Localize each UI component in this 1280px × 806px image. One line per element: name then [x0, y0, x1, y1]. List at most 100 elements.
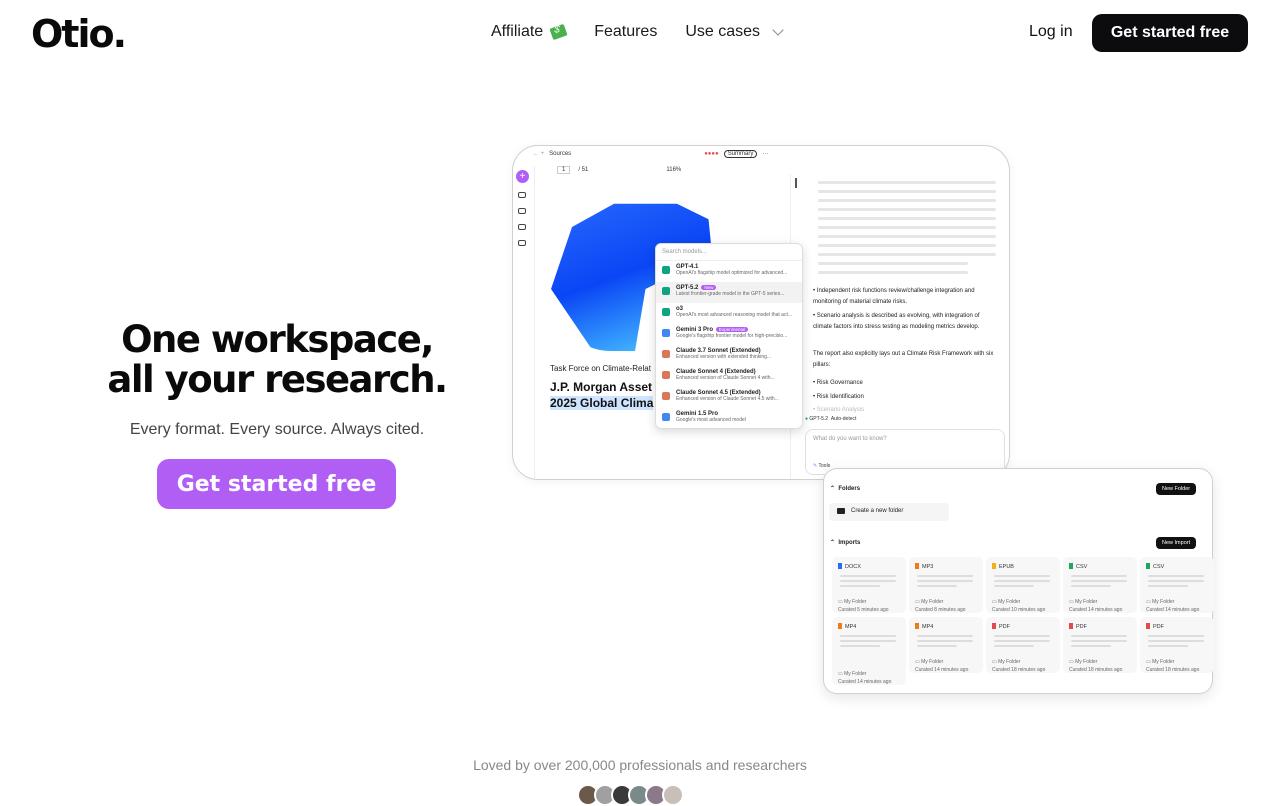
preview-line: [1148, 575, 1204, 577]
file-type: EPUB: [992, 563, 1014, 570]
imports-label: Imports: [838, 540, 861, 546]
card-curated: Curated 14 minutes ago: [838, 679, 892, 685]
model-desc: Enhanced version with extended thinking.…: [676, 354, 772, 360]
preview-line: [1071, 575, 1127, 577]
sources-tab[interactable]: Sources: [549, 151, 571, 157]
import-card[interactable]: MP4 ▭ My Folder Curated 14 minutes ago: [832, 617, 906, 685]
preview-line: [1148, 635, 1204, 637]
model-option[interactable]: Gemini 1.5 Pro Google's most advanced mod…: [656, 408, 802, 428]
file-type: CSV: [1069, 563, 1087, 570]
model-desc: Enhanced version of Claude Sonnet 4.5 wi…: [676, 396, 779, 402]
plus-icon[interactable]: +: [516, 170, 529, 183]
tools-label: Tools: [818, 463, 831, 469]
chat-model[interactable]: GPT-5.2: [809, 416, 828, 422]
file-icon: [838, 623, 842, 629]
preview-line: [1071, 580, 1127, 582]
import-card[interactable]: EPUB ▭ My Folder Curated 10 minutes ago: [986, 557, 1060, 613]
model-icon: [662, 350, 670, 358]
doc-title-line2: 2025 Global Clima: [550, 395, 654, 411]
file-type: MP4: [838, 623, 856, 630]
model-desc: OpenAI's flagship model optimized for ad…: [676, 270, 788, 276]
import-card[interactable]: CSV ▭ My Folder Curated 14 minutes ago: [1063, 557, 1137, 613]
hero-subtitle: Every format. Every source. Always cited…: [129, 421, 425, 438]
model-icon: [662, 266, 670, 274]
model-option[interactable]: Claude 3.7 Sonnet (Extended) Enhanced ver…: [656, 345, 802, 366]
nav-use-cases-label: Use cases: [685, 23, 761, 40]
model-option[interactable]: GPT-4.1 OpenAI's flagship model optimized…: [656, 261, 802, 282]
file-icon: [1069, 563, 1073, 569]
model-list: GPT-4.1 OpenAI's flagship model optimized…: [656, 261, 802, 428]
file-icon: [1069, 623, 1073, 629]
model-search-input[interactable]: Search models...: [656, 244, 802, 261]
imports-header[interactable]: ⌃ Imports: [830, 539, 860, 546]
text-line: [818, 208, 996, 211]
model-option[interactable]: Claude Sonnet 4 (Extended) Enhanced versi…: [656, 366, 802, 387]
model-badge: Experimental: [716, 327, 749, 332]
import-card[interactable]: DOCX ▭ My Folder Curated 5 minutes ago: [832, 557, 906, 613]
import-card[interactable]: MP4 ▭ My Folder Curated 14 minutes ago: [909, 617, 983, 673]
summary-button[interactable]: Summary: [723, 150, 758, 158]
card-curated: Curated 14 minutes ago: [1146, 607, 1200, 613]
model-option[interactable]: o3 OpenAI's most advanced reasoning model…: [656, 303, 802, 324]
model-desc: Google's flagship frontier model for hig…: [676, 333, 788, 339]
zoom-level[interactable]: 116%: [666, 167, 681, 173]
new-folder-button[interactable]: New Folder: [1156, 483, 1197, 495]
page-input[interactable]: 1: [557, 166, 571, 174]
otio-logo[interactable]: Otio.: [31, 12, 127, 56]
nav-links: Affiliate Features Use cases: [491, 23, 784, 41]
chat-mode[interactable]: Auto-detect: [831, 416, 857, 422]
model-icon: [662, 371, 670, 379]
text-line: [818, 226, 996, 229]
grid-icon[interactable]: [518, 192, 526, 198]
card-folder: ▭ My Folder: [915, 599, 944, 605]
preview-line: [917, 635, 973, 637]
nav-affiliate[interactable]: Affiliate: [491, 23, 568, 41]
card-folder: ▭ My Folder: [1146, 659, 1175, 665]
card-curated: Curated 14 minutes ago: [1069, 607, 1123, 613]
model-desc: OpenAI's most advanced reasoning model t…: [676, 312, 793, 318]
text-line: [818, 217, 996, 220]
file-icon: [1146, 623, 1150, 629]
app-preview: ← + Sources ●●●● Summary ··· 1 / 51 116%…: [512, 145, 1010, 480]
chat-input[interactable]: What do you want to know?: [806, 430, 1004, 448]
new-import-button[interactable]: New Import: [1156, 537, 1197, 549]
model-option[interactable]: Gemini 3 Pro Experimental Google's flagshi…: [656, 324, 802, 345]
model-icon: [662, 308, 670, 316]
preview-line: [840, 640, 896, 642]
text-line: [818, 235, 996, 238]
page-total: / 51: [578, 167, 589, 173]
import-card[interactable]: PDF ▭ My Folder Curated 18 minutes ago: [1063, 617, 1137, 673]
card-folder: ▭ My Folder: [915, 659, 944, 665]
import-card[interactable]: PDF ▭ My Folder Curated 18 minutes ago: [986, 617, 1060, 673]
nav-features[interactable]: Features: [594, 23, 657, 41]
model-option[interactable]: GPT-5.2 New Latest frontier-grade model in…: [656, 282, 802, 303]
create-folder-item[interactable]: Create a new folder: [829, 503, 949, 521]
card-curated: Curated 10 minutes ago: [992, 607, 1046, 613]
login-link[interactable]: Log in: [1029, 23, 1073, 41]
model-icon: [662, 329, 670, 337]
chat-model-bar: ● GPT-5.2 Auto-detect: [805, 416, 857, 422]
preview-line: [1148, 640, 1204, 642]
hero-cta-button[interactable]: Get started free: [157, 459, 396, 509]
preview-line: [1071, 635, 1127, 637]
preview-line: [840, 645, 880, 647]
bot-icon[interactable]: [518, 208, 526, 214]
scrollbar[interactable]: [795, 178, 797, 188]
import-card[interactable]: CSV ▭ My Folder Curated 14 minutes ago: [1140, 557, 1214, 613]
import-card[interactable]: PDF ▭ My Folder Curated 18 minutes ago: [1140, 617, 1214, 673]
nav-use-cases[interactable]: Use cases: [685, 23, 784, 41]
card-folder: ▭ My Folder: [838, 599, 867, 605]
folders-header[interactable]: ⌃ Folders: [830, 485, 860, 492]
chart-icon[interactable]: [518, 240, 526, 246]
preview-line: [917, 580, 973, 582]
preview-line: [994, 580, 1050, 582]
import-card[interactable]: MP3 ▭ My Folder Curated 8 minutes ago: [909, 557, 983, 613]
hero-title: One workspace, all your research.: [60, 320, 494, 400]
tools-button[interactable]: ✎ Tools: [813, 463, 830, 469]
chat-icon[interactable]: [518, 224, 526, 230]
get-started-button[interactable]: Get started free: [1092, 14, 1248, 52]
money-icon: [549, 23, 568, 41]
file-type: PDF: [1069, 623, 1087, 630]
model-option[interactable]: Claude Sonnet 4.5 (Extended) Enhanced ver…: [656, 387, 802, 408]
preview-line: [994, 585, 1034, 587]
